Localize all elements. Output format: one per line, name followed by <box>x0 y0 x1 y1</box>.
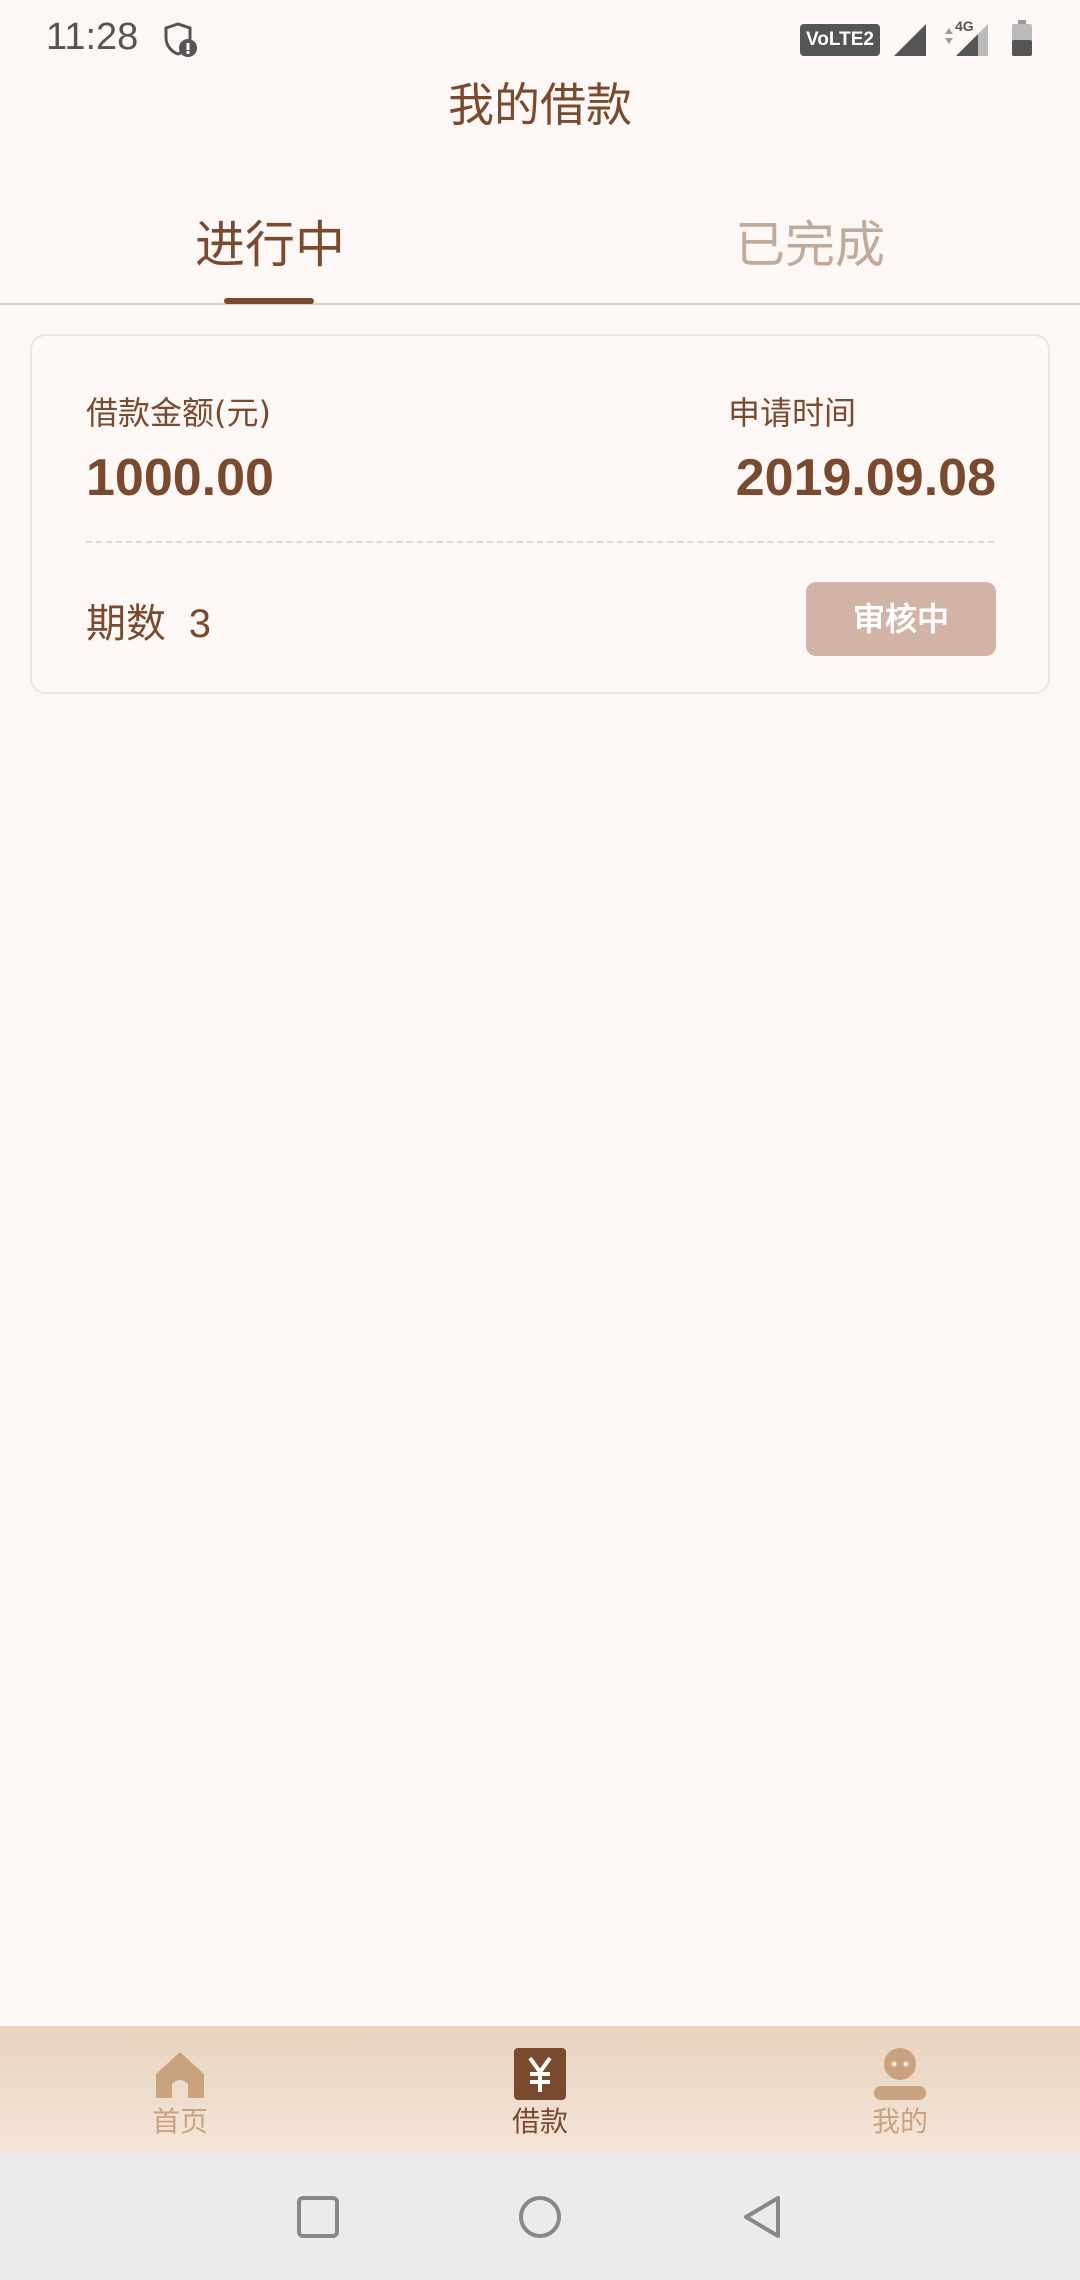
volte-badge: VoLTE2 <box>800 24 880 56</box>
back-triangle-icon[interactable] <box>738 2192 788 2242</box>
loan-amount-value: 1000.00 <box>86 449 274 507</box>
recent-apps-icon[interactable] <box>293 2192 343 2242</box>
signal-icon <box>945 24 988 56</box>
home-icon <box>156 2052 204 2098</box>
nav-label-mine: 我的 <box>871 2105 928 2138</box>
periods-value: 3 <box>188 602 211 646</box>
dashed-divider <box>86 541 994 543</box>
user-icon <box>874 2048 926 2100</box>
periods-label: 期数 <box>86 601 166 647</box>
periods: 期数 3 <box>86 591 211 649</box>
nav-item-loan[interactable]: 借款 <box>440 2026 640 2154</box>
battery-icon <box>1012 20 1032 56</box>
status-bar: 11:28 VoLTE2 4G <box>0 0 1080 80</box>
tab-in-progress[interactable]: 进行中 <box>170 210 370 280</box>
nav-label-loan: 借款 <box>511 2105 568 2138</box>
nav-item-mine[interactable]: 我的 <box>800 2026 1000 2154</box>
signal-icon <box>894 24 926 56</box>
apply-time-value: 2019.09.08 <box>735 449 996 507</box>
loan-card[interactable]: 借款金额(元) 1000.00 申请时间 2019.09.08 期数 3 审核中 <box>30 334 1050 694</box>
review-status-button[interactable]: 审核中 <box>806 582 996 656</box>
loan-amount-label: 借款金额(元) <box>86 394 271 432</box>
bottom-nav: 首页 借款 我的 <box>0 2026 1080 2154</box>
nav-label-home: 首页 <box>151 2105 208 2138</box>
apply-time-label: 申请时间 <box>728 394 857 432</box>
tab-completed[interactable]: 已完成 <box>710 210 910 280</box>
shield-icon <box>164 22 197 57</box>
active-tab-indicator <box>224 298 314 304</box>
tab-bar: 进行中 已完成 <box>0 190 1080 305</box>
yen-icon <box>514 2048 566 2100</box>
system-nav-bar <box>0 2154 1080 2280</box>
status-time: 11:28 <box>46 16 139 58</box>
home-circle-icon[interactable] <box>515 2192 565 2242</box>
page-title: 我的借款 <box>448 78 632 132</box>
nav-item-home[interactable]: 首页 <box>80 2026 280 2154</box>
